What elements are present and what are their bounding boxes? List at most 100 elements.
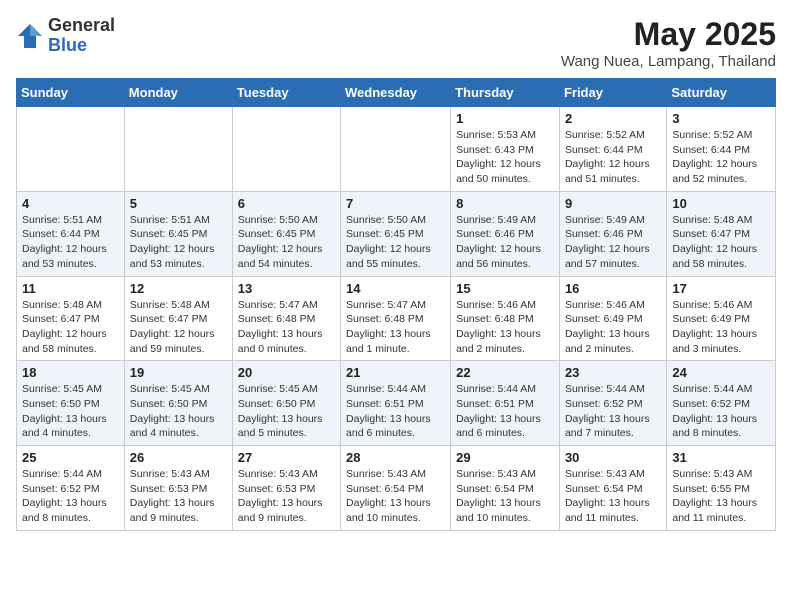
day-number: 14 — [346, 281, 445, 296]
day-number: 3 — [672, 111, 770, 126]
day-number: 20 — [238, 365, 335, 380]
calendar-week-2: 4 Sunrise: 5:51 AMSunset: 6:44 PMDaylight… — [17, 191, 776, 276]
day-number: 26 — [130, 450, 227, 465]
calendar-cell: 3 Sunrise: 5:52 AMSunset: 6:44 PMDaylight… — [667, 107, 776, 192]
logo-text: General Blue — [48, 16, 115, 56]
day-number: 23 — [565, 365, 661, 380]
day-info: Sunrise: 5:51 AMSunset: 6:45 PMDaylight:… — [130, 213, 227, 272]
calendar-cell — [17, 107, 125, 192]
calendar-header-row: SundayMondayTuesdayWednesdayThursdayFrid… — [17, 79, 776, 107]
calendar-cell: 4 Sunrise: 5:51 AMSunset: 6:44 PMDaylight… — [17, 191, 125, 276]
calendar-cell: 5 Sunrise: 5:51 AMSunset: 6:45 PMDaylight… — [124, 191, 232, 276]
calendar-cell — [232, 107, 340, 192]
day-info: Sunrise: 5:43 AMSunset: 6:53 PMDaylight:… — [130, 467, 227, 526]
day-number: 11 — [22, 281, 119, 296]
calendar-cell: 31Sunrise: 5:43 AMSunset: 6:55 PMDayligh… — [667, 446, 776, 531]
calendar-cell: 25 Sunrise: 5:44 AMSunset: 6:52 PMDayligh… — [17, 446, 125, 531]
day-info: Sunrise: 5:52 AMSunset: 6:44 PMDaylight:… — [672, 128, 770, 187]
logo: General Blue — [16, 16, 115, 56]
day-info: Sunrise: 5:44 AMSunset: 6:52 PMDaylight:… — [565, 382, 661, 441]
calendar: SundayMondayTuesdayWednesdayThursdayFrid… — [16, 78, 776, 531]
day-number: 18 — [22, 365, 119, 380]
location-title: Wang Nuea, Lampang, Thailand — [561, 53, 776, 70]
day-number: 25 — [22, 450, 119, 465]
day-number: 5 — [130, 196, 227, 211]
calendar-cell: 10Sunrise: 5:48 AMSunset: 6:47 PMDayligh… — [667, 191, 776, 276]
weekday-header-sunday: Sunday — [17, 79, 125, 107]
day-info: Sunrise: 5:45 AMSunset: 6:50 PMDaylight:… — [238, 382, 335, 441]
day-info: Sunrise: 5:50 AMSunset: 6:45 PMDaylight:… — [238, 213, 335, 272]
calendar-cell: 24 Sunrise: 5:44 AMSunset: 6:52 PMDayligh… — [667, 361, 776, 446]
calendar-cell — [341, 107, 451, 192]
calendar-cell: 19 Sunrise: 5:45 AMSunset: 6:50 PMDayligh… — [124, 361, 232, 446]
weekday-header-monday: Monday — [124, 79, 232, 107]
day-info: Sunrise: 5:53 AMSunset: 6:43 PMDaylight:… — [456, 128, 554, 187]
calendar-cell: 14Sunrise: 5:47 AMSunset: 6:48 PMDayligh… — [341, 276, 451, 361]
day-info: Sunrise: 5:45 AMSunset: 6:50 PMDaylight:… — [130, 382, 227, 441]
day-number: 22 — [456, 365, 554, 380]
day-number: 12 — [130, 281, 227, 296]
calendar-week-3: 11 Sunrise: 5:48 AMSunset: 6:47 PMDayligh… — [17, 276, 776, 361]
day-number: 24 — [672, 365, 770, 380]
day-info: Sunrise: 5:50 AMSunset: 6:45 PMDaylight:… — [346, 213, 445, 272]
day-info: Sunrise: 5:43 AMSunset: 6:54 PMDaylight:… — [346, 467, 445, 526]
calendar-week-4: 18 Sunrise: 5:45 AMSunset: 6:50 PMDayligh… — [17, 361, 776, 446]
day-info: Sunrise: 5:46 AMSunset: 6:49 PMDaylight:… — [565, 298, 661, 357]
day-info: Sunrise: 5:48 AMSunset: 6:47 PMDaylight:… — [22, 298, 119, 357]
logo-icon — [16, 22, 44, 50]
calendar-cell: 26 Sunrise: 5:43 AMSunset: 6:53 PMDayligh… — [124, 446, 232, 531]
calendar-cell: 6 Sunrise: 5:50 AMSunset: 6:45 PMDaylight… — [232, 191, 340, 276]
day-info: Sunrise: 5:46 AMSunset: 6:48 PMDaylight:… — [456, 298, 554, 357]
day-info: Sunrise: 5:52 AMSunset: 6:44 PMDaylight:… — [565, 128, 661, 187]
day-number: 19 — [130, 365, 227, 380]
day-info: Sunrise: 5:45 AMSunset: 6:50 PMDaylight:… — [22, 382, 119, 441]
day-info: Sunrise: 5:44 AMSunset: 6:51 PMDaylight:… — [346, 382, 445, 441]
day-number: 27 — [238, 450, 335, 465]
day-info: Sunrise: 5:46 AMSunset: 6:49 PMDaylight:… — [672, 298, 770, 357]
day-number: 29 — [456, 450, 554, 465]
day-info: Sunrise: 5:44 AMSunset: 6:52 PMDaylight:… — [672, 382, 770, 441]
calendar-cell: 29 Sunrise: 5:43 AMSunset: 6:54 PMDayligh… — [451, 446, 560, 531]
day-number: 9 — [565, 196, 661, 211]
calendar-cell: 22 Sunrise: 5:44 AMSunset: 6:51 PMDayligh… — [451, 361, 560, 446]
calendar-cell: 16 Sunrise: 5:46 AMSunset: 6:49 PMDayligh… — [559, 276, 666, 361]
calendar-week-5: 25 Sunrise: 5:44 AMSunset: 6:52 PMDayligh… — [17, 446, 776, 531]
calendar-cell: 20 Sunrise: 5:45 AMSunset: 6:50 PMDayligh… — [232, 361, 340, 446]
calendar-cell: 30Sunrise: 5:43 AMSunset: 6:54 PMDayligh… — [559, 446, 666, 531]
day-info: Sunrise: 5:44 AMSunset: 6:51 PMDaylight:… — [456, 382, 554, 441]
day-info: Sunrise: 5:43 AMSunset: 6:55 PMDaylight:… — [672, 467, 770, 526]
calendar-cell: 9 Sunrise: 5:49 AMSunset: 6:46 PMDaylight… — [559, 191, 666, 276]
calendar-cell: 11 Sunrise: 5:48 AMSunset: 6:47 PMDayligh… — [17, 276, 125, 361]
weekday-header-friday: Friday — [559, 79, 666, 107]
day-info: Sunrise: 5:51 AMSunset: 6:44 PMDaylight:… — [22, 213, 119, 272]
calendar-week-1: 1Sunrise: 5:53 AMSunset: 6:43 PMDaylight… — [17, 107, 776, 192]
weekday-header-saturday: Saturday — [667, 79, 776, 107]
page-header: General Blue May 2025 Wang Nuea, Lampang… — [16, 16, 776, 70]
weekday-header-tuesday: Tuesday — [232, 79, 340, 107]
calendar-cell: 1Sunrise: 5:53 AMSunset: 6:43 PMDaylight… — [451, 107, 560, 192]
calendar-cell — [124, 107, 232, 192]
day-number: 4 — [22, 196, 119, 211]
calendar-cell: 21Sunrise: 5:44 AMSunset: 6:51 PMDayligh… — [341, 361, 451, 446]
day-info: Sunrise: 5:48 AMSunset: 6:47 PMDaylight:… — [130, 298, 227, 357]
day-info: Sunrise: 5:47 AMSunset: 6:48 PMDaylight:… — [238, 298, 335, 357]
calendar-cell: 7Sunrise: 5:50 AMSunset: 6:45 PMDaylight… — [341, 191, 451, 276]
day-info: Sunrise: 5:49 AMSunset: 6:46 PMDaylight:… — [565, 213, 661, 272]
day-info: Sunrise: 5:43 AMSunset: 6:54 PMDaylight:… — [565, 467, 661, 526]
weekday-header-thursday: Thursday — [451, 79, 560, 107]
calendar-cell: 28Sunrise: 5:43 AMSunset: 6:54 PMDayligh… — [341, 446, 451, 531]
calendar-cell: 13Sunrise: 5:47 AMSunset: 6:48 PMDayligh… — [232, 276, 340, 361]
day-info: Sunrise: 5:43 AMSunset: 6:54 PMDaylight:… — [456, 467, 554, 526]
day-number: 16 — [565, 281, 661, 296]
logo-blue-label: Blue — [48, 36, 115, 56]
weekday-header-wednesday: Wednesday — [341, 79, 451, 107]
day-info: Sunrise: 5:43 AMSunset: 6:53 PMDaylight:… — [238, 467, 335, 526]
calendar-cell: 15Sunrise: 5:46 AMSunset: 6:48 PMDayligh… — [451, 276, 560, 361]
day-info: Sunrise: 5:44 AMSunset: 6:52 PMDaylight:… — [22, 467, 119, 526]
day-number: 8 — [456, 196, 554, 211]
day-number: 10 — [672, 196, 770, 211]
day-info: Sunrise: 5:49 AMSunset: 6:46 PMDaylight:… — [456, 213, 554, 272]
day-number: 2 — [565, 111, 661, 126]
logo-general-label: General — [48, 16, 115, 36]
day-number: 6 — [238, 196, 335, 211]
